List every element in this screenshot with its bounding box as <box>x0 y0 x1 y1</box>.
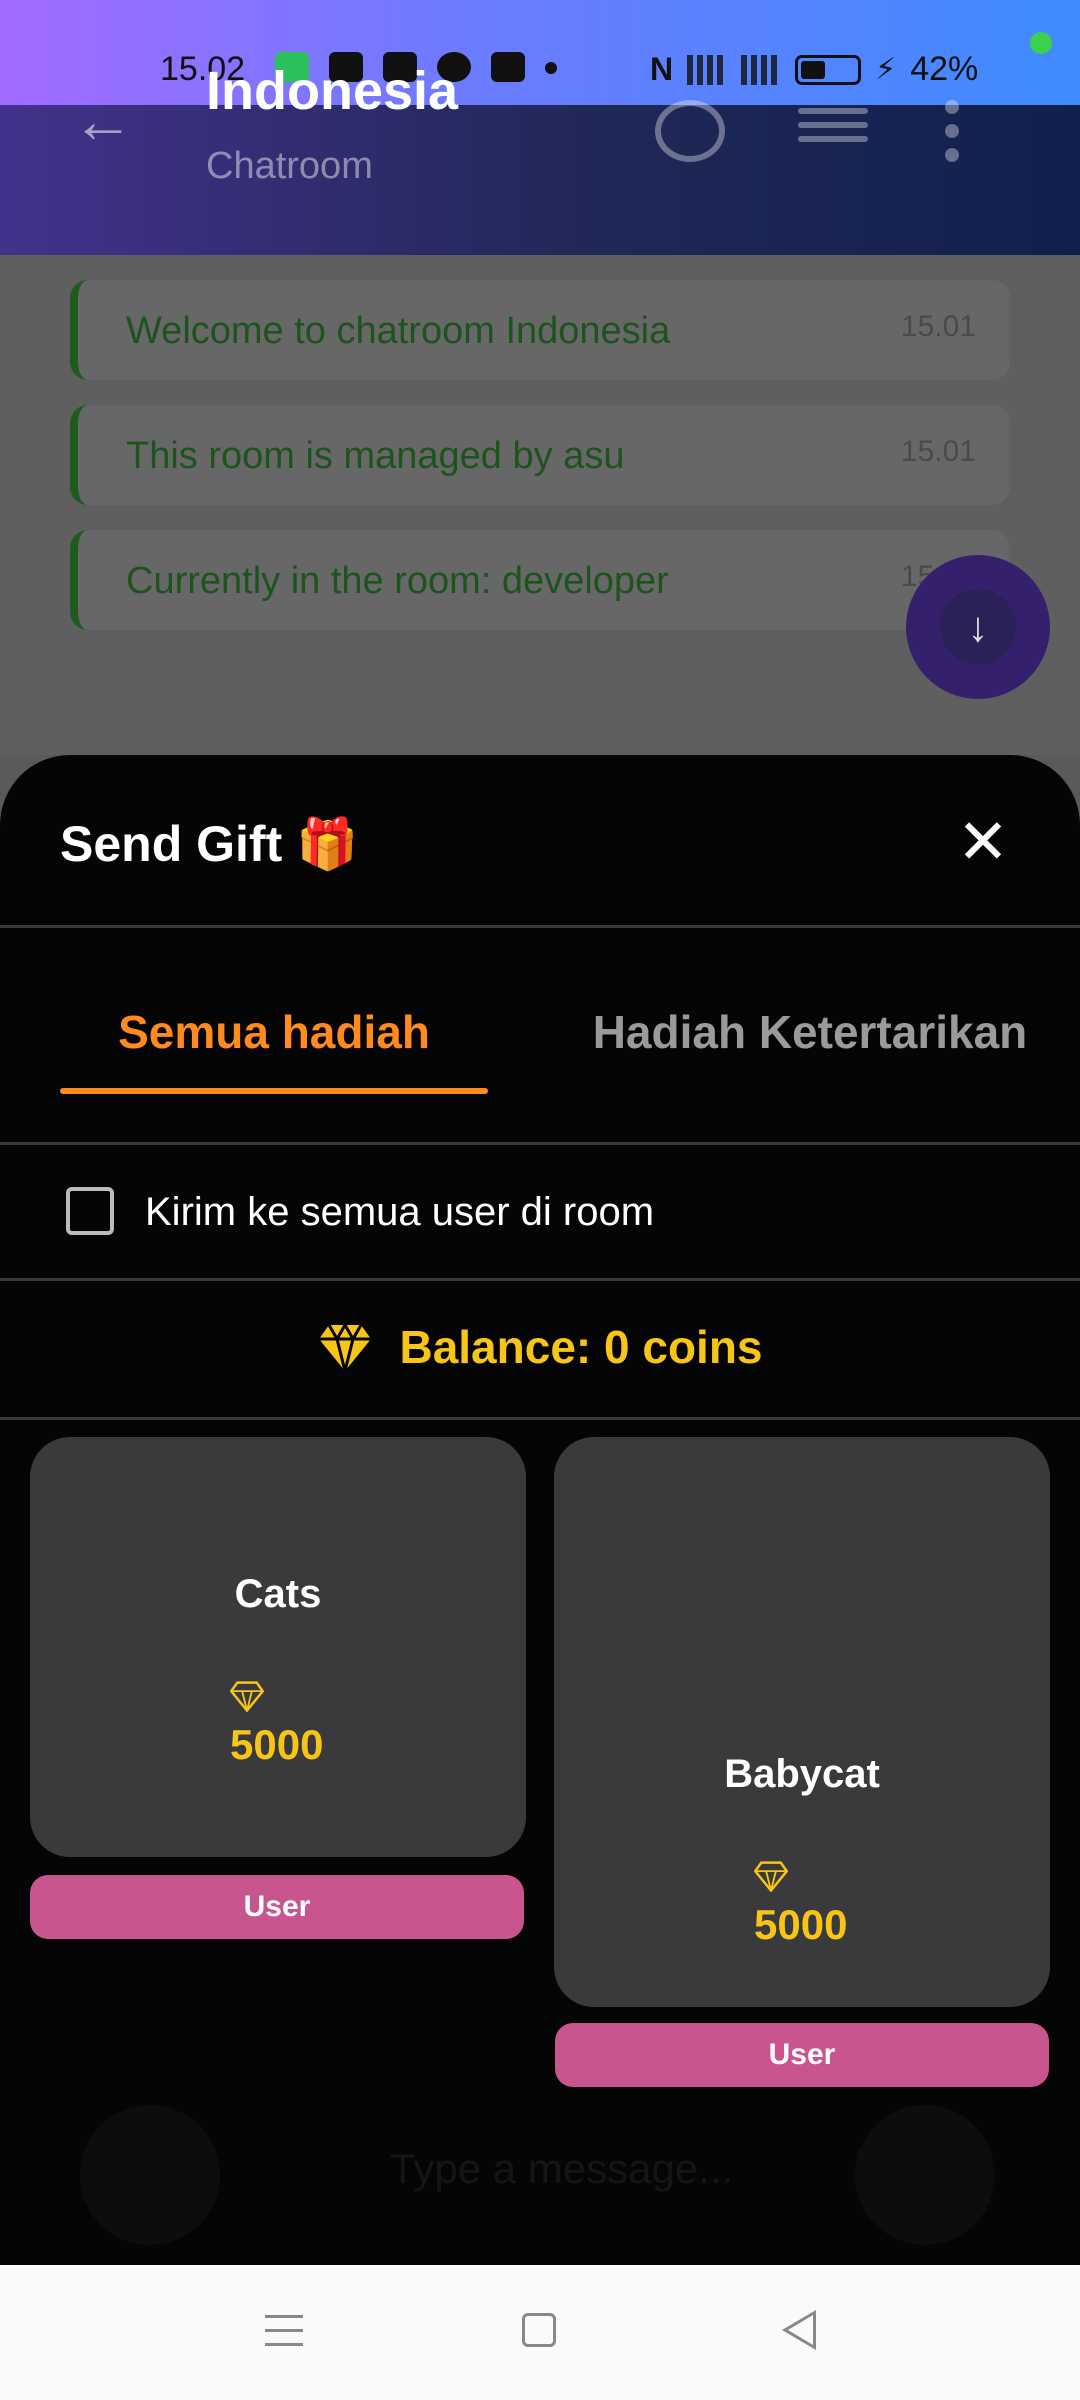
scroll-down-icon: ↓ <box>940 589 1016 665</box>
message-time: 15.01 <box>900 435 976 468</box>
back-arrow-icon[interactable]: ← <box>72 91 142 153</box>
charging-icon: ⚡ <box>875 53 897 86</box>
message-input-placeholder: Type a message... <box>390 2145 734 2192</box>
send-all-label: Kirim ke semua user di room <box>145 1190 655 1234</box>
divider <box>0 925 1080 928</box>
battery-percent: 42% <box>910 50 979 88</box>
more-vert-icon[interactable] <box>945 100 965 162</box>
send-gift-sheet: Send Gift 🎁 ✕ Semua hadiah Hadiah Ketert… <box>0 755 1080 2265</box>
tab-semua-hadiah[interactable]: Semua hadiah <box>60 1005 488 1059</box>
system-nav-bar <box>0 2265 1080 2400</box>
back-nav-icon-inner <box>788 2315 813 2345</box>
system-message: Currently in the room: developer 15.01 <box>70 530 1010 630</box>
chat-messages: Welcome to chatroom Indonesia 15.01 This… <box>0 255 1080 755</box>
signal-4g-icon <box>741 54 782 85</box>
message-input-bar: Type a message... <box>0 2085 1080 2265</box>
message-text: Currently in the room: developer <box>126 560 669 602</box>
room-title: Indonesia <box>206 61 459 121</box>
send-to-user-button[interactable]: User <box>555 2023 1049 2087</box>
gift-notif-icon <box>491 52 525 82</box>
gift-price: 5000 <box>230 1721 324 1768</box>
send-button <box>855 2105 995 2245</box>
balance-row: Balance: 0 coins <box>0 1320 1080 1374</box>
chat-bubble-icon[interactable] <box>655 100 725 162</box>
divider <box>0 1278 1080 1281</box>
scroll-down-button[interactable]: ↓ <box>906 555 1050 699</box>
system-message: This room is managed by asu 15.01 <box>70 405 1010 505</box>
gift-card-cats[interactable]: Cats 5000 <box>30 1437 526 1857</box>
gift-price: 5000 <box>754 1901 848 1948</box>
message-text: This room is managed by asu <box>126 435 625 477</box>
privacy-indicator-icon <box>1030 32 1052 54</box>
header-scrim <box>0 105 1080 255</box>
message-time: 15.01 <box>900 310 976 343</box>
active-tab-indicator <box>60 1088 488 1094</box>
system-message: Welcome to chatroom Indonesia 15.01 <box>70 280 1010 380</box>
send-all-checkbox[interactable] <box>66 1187 114 1235</box>
room-subtitle: Chatroom <box>206 145 373 187</box>
message-text: Welcome to chatroom Indonesia <box>126 310 671 352</box>
send-to-user-button[interactable]: User <box>30 1875 524 1939</box>
home-icon[interactable] <box>522 2313 556 2347</box>
sheet-title: Send Gift 🎁 <box>60 816 359 872</box>
tab-hadiah-ketertarikan[interactable]: Hadiah Ketertarikan <box>560 1005 1060 1059</box>
system-status: N ⚡ 42% <box>650 50 978 89</box>
status-bar: 15.02 N ⚡ 42% <box>0 0 1080 105</box>
battery-icon <box>795 54 862 85</box>
diamond-icon <box>754 1861 788 1892</box>
signal-icon <box>687 54 728 85</box>
more-notif-dot-icon <box>545 62 557 74</box>
divider <box>0 1417 1080 1420</box>
gift-card-babycat[interactable]: Babycat 5000 <box>554 1437 1050 2007</box>
diamond-icon <box>319 1321 372 1372</box>
gift-name: Cats <box>234 1572 322 1616</box>
diamond-icon <box>230 1681 264 1712</box>
balance-text: Balance: 0 coins <box>399 1321 763 1373</box>
close-icon[interactable]: ✕ <box>955 812 1011 874</box>
divider <box>0 1142 1080 1145</box>
list-icon[interactable] <box>798 100 868 162</box>
nfc-icon: N <box>650 51 674 87</box>
recent-apps-icon[interactable] <box>265 2315 303 2357</box>
emoji-button <box>80 2105 220 2245</box>
gift-name: Babycat <box>724 1752 880 1796</box>
